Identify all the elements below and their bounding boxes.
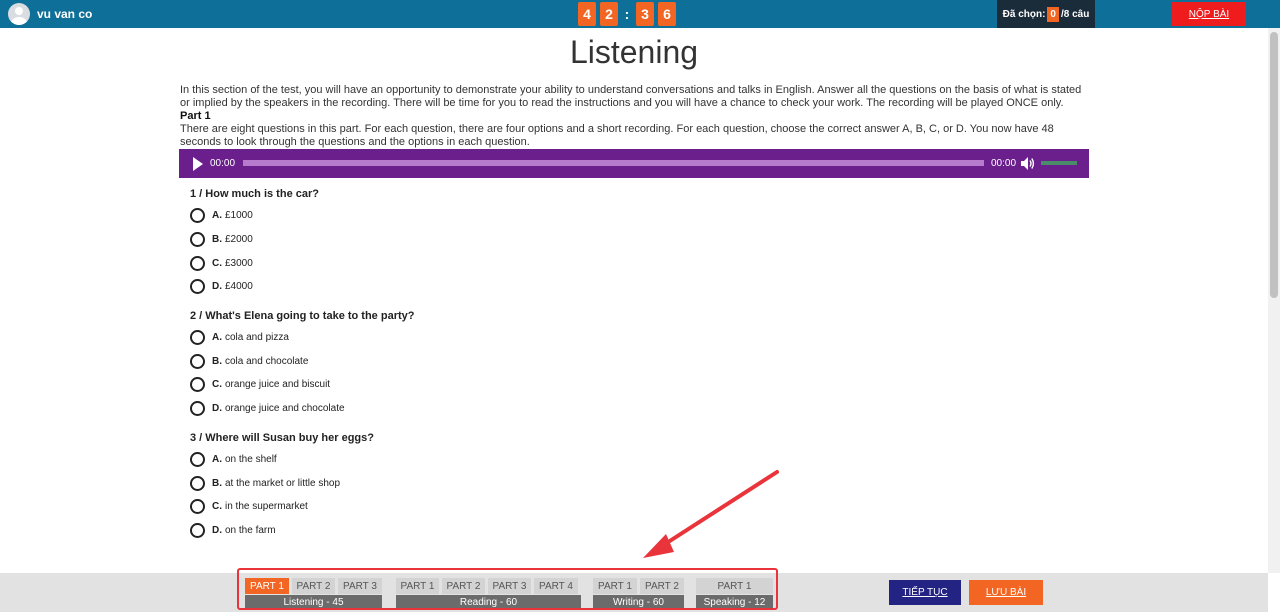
top-bar: vu van co 4 2 : 3 6 Đã chọn: 0 /8 câu NỘ… bbox=[0, 0, 1280, 28]
continue-button[interactable]: TIẾP TỤC bbox=[889, 580, 961, 605]
question: 3 / Where will Susan buy her eggs? A. on … bbox=[190, 432, 414, 543]
answer-option[interactable]: C. in the supermarket bbox=[190, 495, 414, 519]
answered-count: 0 bbox=[1047, 6, 1059, 22]
duration: 00:00 bbox=[991, 158, 1017, 169]
scrollbar-thumb[interactable] bbox=[1270, 32, 1278, 298]
question-title: 2 / What's Elena going to take to the pa… bbox=[190, 309, 415, 322]
instructions-text: In this section of the test, you will ha… bbox=[180, 84, 1082, 109]
option-text: cola and chocolate bbox=[225, 355, 309, 367]
option-key: C. bbox=[212, 379, 222, 391]
volume-slider[interactable] bbox=[1041, 161, 1077, 165]
radio-button[interactable] bbox=[190, 279, 205, 295]
radio-button[interactable] bbox=[190, 499, 205, 515]
option-text: at the market or little shop bbox=[225, 477, 341, 489]
timer-digit: 2 bbox=[600, 2, 618, 26]
username: vu van co bbox=[37, 7, 93, 21]
option-key: A. bbox=[212, 210, 222, 222]
option-key: B. bbox=[212, 234, 222, 246]
user-info: vu van co bbox=[8, 3, 92, 25]
radio-button[interactable] bbox=[190, 522, 205, 538]
option-key: C. bbox=[212, 501, 222, 513]
timer-digit: 4 bbox=[578, 2, 596, 26]
answer-option[interactable]: B. £2000 bbox=[190, 228, 414, 252]
page-title: Listening bbox=[569, 34, 699, 70]
audio-player: 00:00 00:00 bbox=[179, 149, 1089, 178]
answer-option[interactable]: B. cola and chocolate bbox=[190, 349, 414, 373]
option-key: B. bbox=[212, 477, 222, 489]
avatar bbox=[8, 3, 30, 25]
save-button[interactable]: LƯU BÀI bbox=[969, 580, 1043, 605]
answer-option[interactable]: B. at the market or little shop bbox=[190, 471, 414, 495]
option-text: orange juice and chocolate bbox=[225, 403, 345, 415]
radio-button[interactable] bbox=[190, 377, 205, 393]
option-key: D. bbox=[212, 281, 222, 293]
option-key: D. bbox=[212, 403, 222, 415]
option-text: £2000 bbox=[225, 234, 253, 246]
option-text: £1000 bbox=[225, 210, 253, 222]
answered-label: Đã chọn: bbox=[1002, 8, 1046, 20]
scrollbar[interactable] bbox=[1268, 28, 1280, 573]
radio-button[interactable] bbox=[190, 451, 205, 467]
highlight-box bbox=[237, 568, 778, 610]
question: 2 / What's Elena going to take to the pa… bbox=[190, 310, 414, 421]
volume-icon[interactable] bbox=[1021, 157, 1035, 170]
part-instructions: There are eight questions in this part. … bbox=[180, 123, 1054, 148]
countdown-timer: 4 2 : 3 6 bbox=[578, 2, 676, 26]
radio-button[interactable] bbox=[190, 255, 205, 271]
answer-option[interactable]: D. orange juice and chocolate bbox=[190, 397, 414, 421]
answer-option[interactable]: A. £1000 bbox=[190, 204, 414, 228]
radio-button[interactable] bbox=[190, 475, 205, 491]
option-text: £3000 bbox=[225, 257, 253, 269]
answered-counter: Đã chọn: 0 /8 câu bbox=[997, 0, 1095, 28]
seek-bar[interactable] bbox=[243, 160, 984, 166]
answer-option[interactable]: A. cola and pizza bbox=[190, 326, 414, 350]
radio-button[interactable] bbox=[190, 353, 205, 369]
radio-button[interactable] bbox=[190, 232, 205, 248]
answer-option[interactable]: D. on the farm bbox=[190, 519, 414, 543]
option-text: £4000 bbox=[225, 281, 253, 293]
timer-digit: 3 bbox=[636, 2, 654, 26]
answer-option[interactable]: C. £3000 bbox=[190, 251, 414, 275]
question-list: 1 / How much is the car? A. £1000 B. £2000… bbox=[190, 188, 414, 553]
timer-digit: 6 bbox=[658, 2, 676, 26]
option-key: B. bbox=[212, 355, 222, 367]
option-text: on the farm bbox=[225, 524, 276, 536]
play-icon[interactable] bbox=[193, 157, 203, 171]
answer-option[interactable]: D. £4000 bbox=[190, 275, 414, 299]
option-text: in the supermarket bbox=[225, 501, 308, 513]
option-key: A. bbox=[212, 453, 222, 465]
instructions: In this section of the test, you will ha… bbox=[180, 84, 1090, 149]
radio-button[interactable] bbox=[190, 330, 205, 346]
submit-button[interactable]: NỘP BÀI bbox=[1172, 2, 1246, 26]
question-title: 3 / Where will Susan buy her eggs? bbox=[190, 431, 374, 444]
radio-button[interactable] bbox=[190, 208, 205, 224]
question: 1 / How much is the car? A. £1000 B. £2000… bbox=[190, 188, 414, 299]
answered-total: /8 câu bbox=[1060, 8, 1090, 20]
option-key: C. bbox=[212, 257, 222, 269]
answer-option[interactable]: A. on the shelf bbox=[190, 448, 414, 472]
part-title: Part 1 bbox=[180, 110, 211, 122]
current-time: 00:00 bbox=[210, 158, 236, 169]
option-text: on the shelf bbox=[225, 453, 277, 465]
option-key: A. bbox=[212, 332, 222, 344]
option-key: D. bbox=[212, 524, 222, 536]
question-title: 1 / How much is the car? bbox=[190, 188, 319, 200]
radio-button[interactable] bbox=[190, 401, 205, 417]
answer-option[interactable]: C. orange juice and biscuit bbox=[190, 373, 414, 397]
option-text: orange juice and biscuit bbox=[225, 379, 331, 391]
timer-separator: : bbox=[624, 6, 630, 22]
option-text: cola and pizza bbox=[225, 332, 289, 344]
